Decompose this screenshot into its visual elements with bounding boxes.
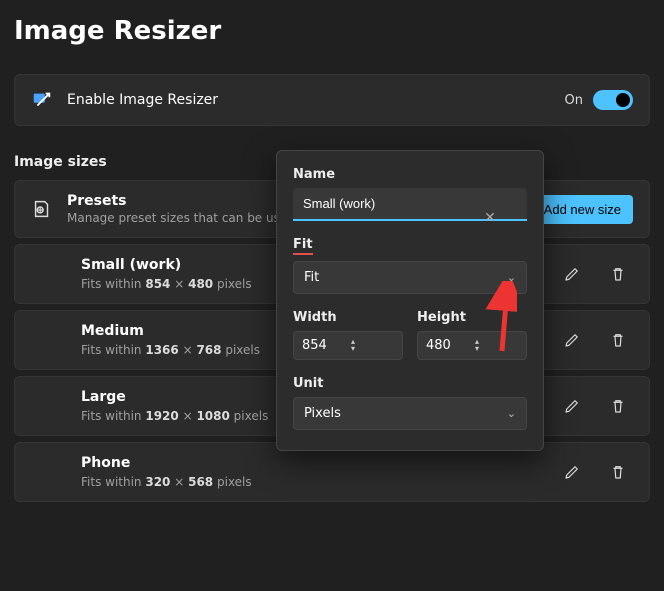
chevron-down-icon: ⌄ bbox=[507, 407, 516, 420]
clear-name-button[interactable]: ✕ bbox=[481, 209, 499, 227]
width-stepper[interactable]: 854 ▴▾ bbox=[293, 331, 403, 360]
enable-panel: Enable Image Resizer On bbox=[14, 74, 650, 126]
enable-label: Enable Image Resizer bbox=[67, 92, 565, 108]
edit-preset-popover: Name ✕ Fit Fit ⌄ Width 854 ▴▾ Height 480… bbox=[276, 150, 544, 451]
fit-dropdown[interactable]: Fit ⌄ bbox=[293, 261, 527, 294]
spin-icon: ▴▾ bbox=[348, 339, 394, 352]
enable-toggle[interactable] bbox=[593, 90, 633, 110]
edit-button[interactable] bbox=[563, 331, 581, 349]
edit-button[interactable] bbox=[563, 397, 581, 415]
size-dims: Fits within 320 × 568 pixels bbox=[81, 475, 563, 489]
fit-value: Fit bbox=[304, 270, 319, 285]
presets-icon bbox=[31, 198, 53, 220]
size-row: Phone Fits within 320 × 568 pixels bbox=[14, 442, 650, 502]
delete-button[interactable] bbox=[609, 265, 627, 283]
delete-button[interactable] bbox=[609, 463, 627, 481]
unit-value: Pixels bbox=[304, 406, 341, 421]
enable-state-text: On bbox=[565, 93, 583, 108]
width-label: Width bbox=[293, 310, 403, 325]
delete-button[interactable] bbox=[609, 397, 627, 415]
spin-icon: ▴▾ bbox=[472, 339, 518, 352]
edit-button[interactable] bbox=[563, 265, 581, 283]
edit-button[interactable] bbox=[563, 463, 581, 481]
size-name: Phone bbox=[81, 455, 563, 471]
height-stepper[interactable]: 480 ▴▾ bbox=[417, 331, 527, 360]
resizer-icon bbox=[31, 89, 53, 111]
chevron-down-icon: ⌄ bbox=[507, 271, 516, 284]
width-value: 854 bbox=[302, 338, 348, 353]
add-new-size-button[interactable]: Add new size bbox=[532, 195, 633, 224]
fit-label: Fit bbox=[293, 237, 527, 255]
name-label: Name bbox=[293, 167, 527, 182]
page-title: Image Resizer bbox=[0, 0, 664, 52]
unit-dropdown[interactable]: Pixels ⌄ bbox=[293, 397, 527, 430]
height-value: 480 bbox=[426, 338, 472, 353]
height-label: Height bbox=[417, 310, 527, 325]
delete-button[interactable] bbox=[609, 331, 627, 349]
unit-label: Unit bbox=[293, 376, 527, 391]
